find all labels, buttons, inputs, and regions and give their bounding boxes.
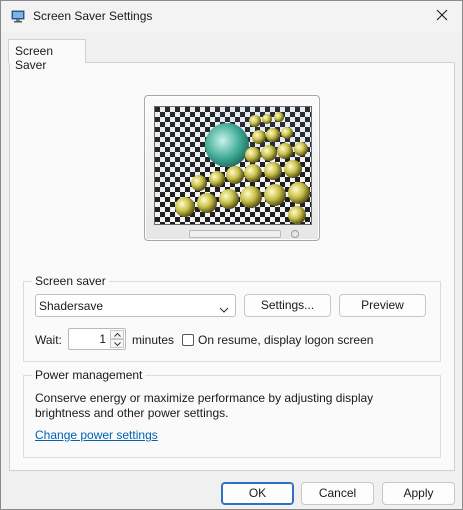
tab-screen-saver[interactable]: Screen Saver: [8, 39, 86, 72]
preview-button[interactable]: Preview: [339, 294, 426, 317]
screen-saver-selected: Shadersave: [39, 299, 104, 313]
monitor-preview: [144, 95, 320, 241]
close-icon: [436, 9, 448, 24]
monitor-preview-icon: [154, 106, 312, 225]
minutes-label: minutes: [132, 333, 175, 347]
power-management-group: Power management Conserve energy or maxi…: [23, 368, 441, 458]
monitor-slot: [189, 230, 281, 238]
change-power-settings-link[interactable]: Change power settings: [35, 428, 158, 442]
settings-button[interactable]: Settings...: [244, 294, 331, 317]
spin-down-button[interactable]: [110, 339, 124, 348]
screen-saver-group-label: Screen saver: [32, 274, 109, 288]
screen-saver-group: Screen saver Shadersave Settings... Prev…: [23, 274, 441, 362]
dialog-window: Screen Saver Settings Screen Saver Scree…: [0, 0, 463, 510]
screen-saver-select[interactable]: Shadersave: [35, 294, 236, 317]
title-bar: Screen Saver Settings: [1, 1, 462, 32]
logon-checkbox[interactable]: [182, 334, 194, 346]
logon-checkbox-label[interactable]: On resume, display logon screen: [198, 333, 373, 347]
tab-label: Screen Saver: [15, 44, 54, 72]
close-button[interactable]: [422, 1, 462, 32]
power-management-group-label: Power management: [32, 368, 146, 382]
cancel-button[interactable]: Cancel: [301, 482, 374, 505]
wait-value: 1: [99, 332, 106, 346]
display-settings-icon: [11, 9, 25, 23]
window-title: Screen Saver Settings: [33, 9, 153, 23]
spin-up-button[interactable]: [110, 330, 124, 339]
apply-button[interactable]: Apply: [382, 482, 455, 505]
chevron-down-icon: [219, 302, 229, 316]
power-description: Conserve energy or maximize performance …: [35, 391, 374, 420]
ok-button[interactable]: OK: [221, 482, 294, 505]
monitor-power-led: [291, 230, 299, 238]
wait-label: Wait:: [35, 333, 62, 347]
wait-stepper[interactable]: 1: [68, 328, 126, 350]
